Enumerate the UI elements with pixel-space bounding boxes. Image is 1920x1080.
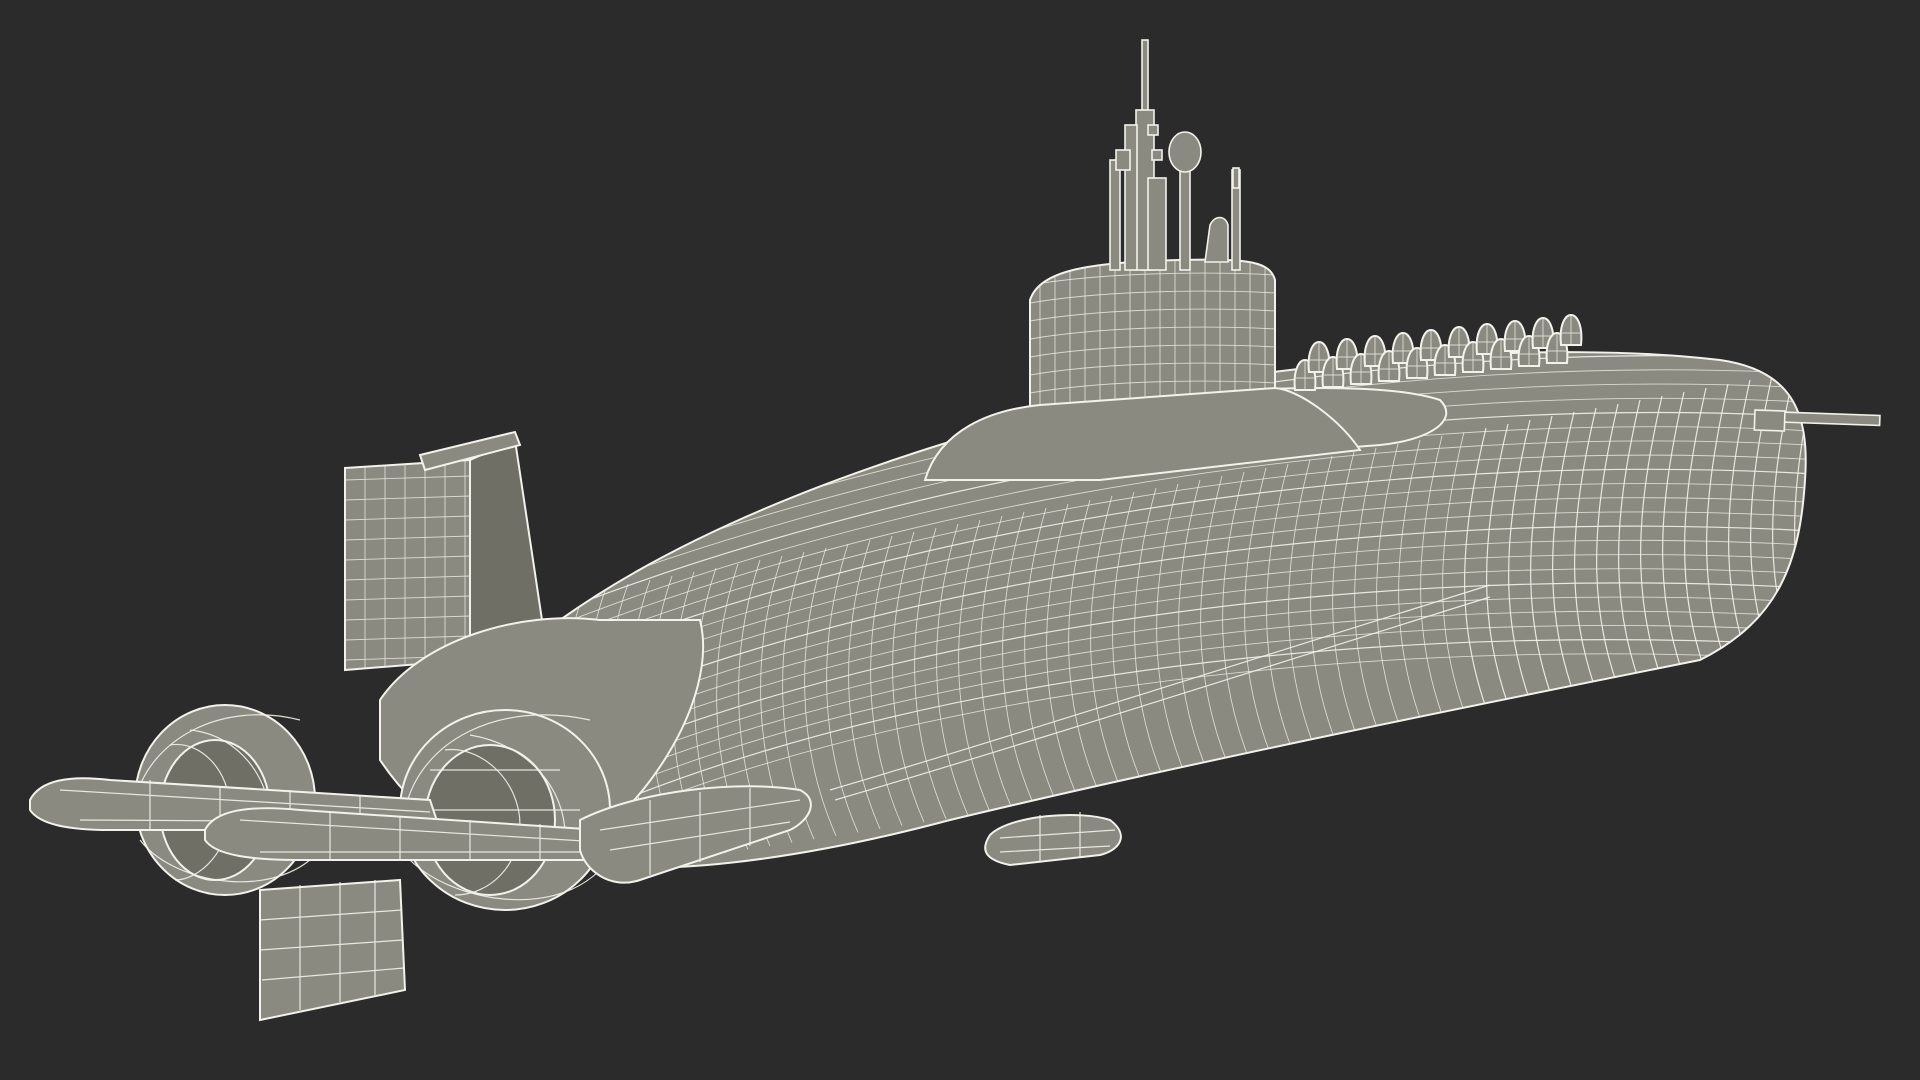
lower-rudder: [259, 878, 407, 1022]
rudder: [344, 458, 471, 672]
missile-hatch: [1559, 313, 1583, 346]
submarine-wireframe-render: [29, 39, 1881, 1022]
3d-viewport[interactable]: [0, 0, 1920, 1080]
periscope-masts: [1109, 39, 1241, 271]
